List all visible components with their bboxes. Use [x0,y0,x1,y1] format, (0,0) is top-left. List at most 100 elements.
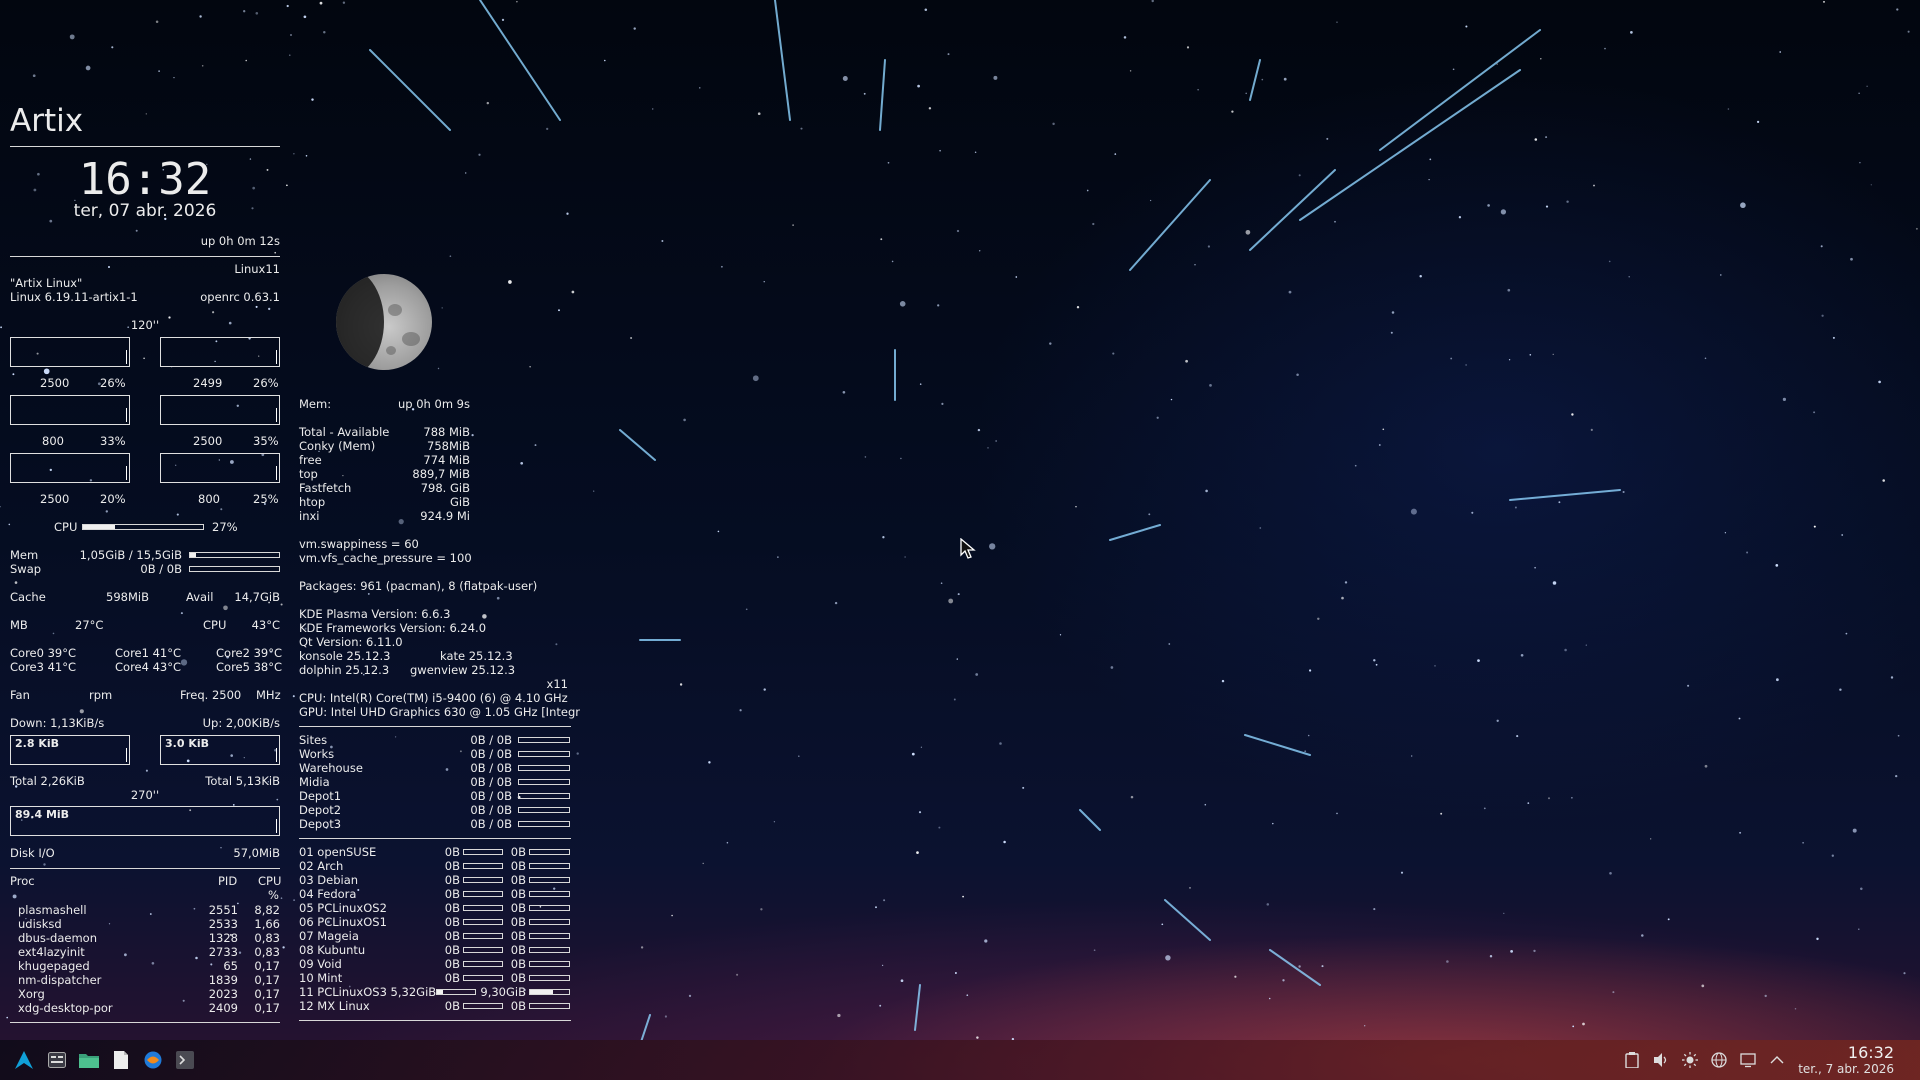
system-used: 0B [444,859,460,873]
system-name: 12 MX Linux [299,999,370,1013]
system-total: 0B [510,971,526,985]
taskbar-clock-time[interactable]: 16:32 [1848,1043,1894,1062]
system-total: 0B [510,999,526,1013]
drive-usage: 0B / 0B [470,789,512,803]
divider [299,838,571,839]
kate-version: kate 25.12.3 [440,649,513,663]
drive-name: Depot1 [299,789,342,803]
mem-row-value: GiB [450,495,470,509]
system-total: 0B [510,929,526,943]
browser-icon[interactable] [143,1050,163,1070]
qt-version: Qt Version: 6.11.0 [299,635,403,649]
artix-logo-icon[interactable] [14,1050,34,1070]
system-usage-bar [529,891,570,897]
system-name: 06 PCLinuxOS1 [299,915,387,929]
system-name: 09 Void [299,957,342,971]
mem-row-label: Total - Available [299,425,390,439]
mem-row-value: 774 MiB [423,453,470,467]
system-total: 0B [510,887,526,901]
system-used: 0B [444,901,460,915]
system-name: 11 PCLinuxOS3 5,32GiB [299,985,437,999]
frameworks-version: KDE Frameworks Version: 6.24.0 [299,621,487,635]
system-total: 0B [510,957,526,971]
system-usage-bar [529,975,570,981]
system-usage-bar [529,919,570,925]
system-used: 0B [444,915,460,929]
system-name: 07 Mageia [299,929,359,943]
divider [299,726,571,727]
system-used: 0B [444,873,460,887]
mem-row-value: 788 MiB [423,425,470,439]
system-name: 03 Debian [299,873,359,887]
drive-usage-bar [518,793,570,799]
system-used: 0B [444,929,460,943]
tray-expand-icon[interactable] [1768,1051,1786,1069]
system-usage-bar [529,905,570,911]
display-icon[interactable] [1739,1051,1757,1069]
app-menu-icon[interactable] [47,1050,67,1070]
swappiness: vm.swappiness = 60 [299,537,419,551]
cache-pressure: vm.vfs_cache_pressure = 100 [299,551,472,565]
system-used: 0B [444,957,460,971]
system-name: 01 openSUSE [299,845,377,859]
system-total: 0B [510,859,526,873]
network-icon[interactable] [1710,1051,1728,1069]
konsole-version: konsole 25.12.3 [299,649,391,663]
gwenview-version: gwenview 25.12.3 [410,663,516,677]
gpu-info: GPU: Intel UHD Graphics 630 @ 1.05 GHz [… [299,705,580,719]
system-total: 0B [510,873,526,887]
system-usage-bar [529,989,570,995]
drive-usage: 0B / 0B [470,775,512,789]
file-manager-icon[interactable] [79,1050,99,1070]
drive-usage: 0B / 0B [470,761,512,775]
system-used: 0B [444,999,460,1013]
mouse-cursor [960,538,976,559]
mem-row-label: free [299,453,322,467]
drive-usage-bar [518,765,570,771]
taskbar-clock-date[interactable]: ter., 7 abr. 2026 [1798,1062,1894,1076]
mem-row-label: Fastfetch [299,481,352,495]
system-used: 0B [444,887,460,901]
terminal-icon[interactable] [175,1050,195,1070]
system-usage-bar [529,849,570,855]
drive-name: Midia [299,775,330,789]
cpu-info: CPU: Intel(R) Core(TM) i5-9400 (6) @ 4.1… [299,691,568,705]
uptime: up 0h 0m 9s [398,397,470,411]
plasma-version: KDE Plasma Version: 6.6.3 [299,607,451,621]
drive-usage-bar [518,737,570,743]
system-usage-bar [529,961,570,967]
mem-row-value: 924.9 Mi [420,509,470,523]
system-usage-bar [529,1003,570,1009]
drive-name: Depot3 [299,817,342,831]
system-used: 0B [444,971,460,985]
system-name: 08 Kubuntu [299,943,366,957]
drive-name: Sites [299,733,328,747]
drive-usage-bar [518,821,570,827]
system-name: 04 Fedora [299,887,357,901]
volume-icon[interactable] [1652,1051,1670,1069]
system-usage-bar [529,863,570,869]
drive-usage-bar [518,779,570,785]
system-total: 0B [510,901,526,915]
packages: Packages: 961 (pacman), 8 (flatpak-user) [299,579,538,593]
system-name: 02 Arch [299,859,344,873]
brightness-icon[interactable] [1681,1051,1699,1069]
drive-name: Warehouse [299,761,363,775]
text-editor-icon[interactable] [111,1050,131,1070]
clipboard-icon[interactable] [1623,1051,1641,1069]
system-usage-bar [529,947,570,953]
drive-usage: 0B / 0B [470,733,512,747]
mem-row-label: top [299,467,318,481]
mem-row-value: 758MiB [427,439,470,453]
drive-usage-bar [518,807,570,813]
divider [299,1020,571,1021]
mem-row-value: 798. GiB [420,481,470,495]
taskbar: 16:32 ter., 7 abr. 2026 [0,1040,1920,1080]
mem-row-label: htop [299,495,326,509]
system-usage-bar [529,933,570,939]
drive-usage: 0B / 0B [470,747,512,761]
conky-right-panel: Mem: up 0h 0m 9s Total - Available 788 Mi… [0,0,600,1040]
system-total: 0B [510,845,526,859]
dolphin-version: dolphin 25.12.3 [299,663,390,677]
drive-name: Depot2 [299,803,342,817]
